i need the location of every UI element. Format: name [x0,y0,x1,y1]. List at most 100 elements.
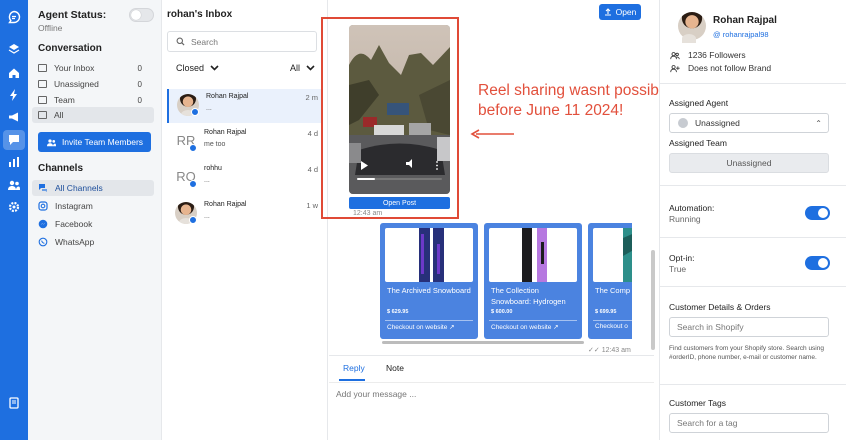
search-input[interactable]: Search [167,31,317,52]
shopify-search-input[interactable]: Search in Shopify [669,317,829,337]
product-title: The Archived Snowboard [387,286,471,295]
sidebar-item-your-inbox[interactable]: Your Inbox 0 [32,60,154,76]
conversation-time: 4 d [307,165,318,174]
chat-scrollbar[interactable] [651,250,655,350]
tab-note[interactable]: Note [386,363,404,373]
open-post-button[interactable]: Open Post [349,197,450,209]
user-icon [678,118,688,128]
reel-video[interactable] [349,25,450,194]
carousel-scrollbar[interactable] [382,341,584,344]
agent-status-toggle[interactable] [129,8,154,22]
conversation-item[interactable]: Rohan Rajpal ... 1 w [167,197,322,231]
inbox-title: rohan's Inbox [167,9,233,20]
user-plus-icon [670,64,680,72]
product-card[interactable]: The Archived Snowboard $ 629.95 Checkout… [380,223,478,339]
product-price: $ 699.95 [595,309,617,315]
divider [329,382,654,383]
arrow-left-icon [470,129,514,139]
megaphone-icon[interactable] [7,110,21,124]
tab-reply[interactable]: Reply [343,363,365,373]
conversation-time: 1 w [306,201,318,210]
conversation-preview: ... [204,177,210,184]
customer-details-label: Customer Details & Orders [669,302,771,312]
profile-handle[interactable]: @ rohanrajpal98 [713,30,769,39]
product-image [385,228,473,282]
whatsapp-icon [38,237,48,247]
external-link-icon: ↗ [449,324,455,331]
logo-icon[interactable] [7,10,21,24]
lightning-icon[interactable] [7,88,21,102]
status-filter-dropdown[interactable]: Closed [176,63,219,73]
product-image [593,228,632,282]
product-carousel[interactable]: The Archived Snowboard $ 629.95 Checkout… [380,223,632,339]
automation-toggle[interactable] [805,206,830,220]
chat-icon[interactable] [3,130,25,150]
reopen-label: Open [615,7,637,17]
channel-whatsapp[interactable]: WhatsApp [32,234,154,250]
product-price: $ 629.95 [387,309,409,315]
users-icon [46,138,56,146]
chat-bubbles-icon [38,183,48,193]
status-filter-value: Closed [176,63,205,73]
product-title: The Collection Snowboard: Hydrogen [491,286,566,306]
message-input[interactable]: Add your message ... [336,389,416,399]
conversation-item[interactable]: RR Rohan Rajpal me too 4 d [167,125,322,159]
conversation-item[interactable]: RO rohhu ... 4 d [167,161,322,195]
app-window: Agent Status: Offline Conversation Your … [0,0,846,440]
optin-toggle[interactable] [805,256,830,270]
checkout-label: Checkout o [595,323,628,330]
messenger-badge-icon [189,144,197,152]
scope-filter-dropdown[interactable]: All [290,63,315,73]
channel-all[interactable]: All Channels [32,180,154,196]
conversation-time: 4 d [307,129,318,138]
product-card[interactable]: The Comp Snowbo $ 699.95 Checkout o [588,223,632,339]
sidebar-item-unassigned[interactable]: Unassigned 0 [32,76,154,92]
conversation-preview: ... [204,213,210,220]
invite-team-button[interactable]: Invite Team Members [38,132,151,152]
assigned-team-select[interactable]: Unassigned [669,153,829,173]
message-composer: Reply Note Add your message ... [329,355,654,440]
sidebar-item-team[interactable]: Team 0 [32,92,154,108]
layers-icon[interactable] [7,42,21,56]
sidebar-item-label: Your Inbox [54,63,95,73]
follow-status: Does not follow Brand [688,63,772,73]
upload-icon [604,8,611,16]
profile-name: Rohan Rajpal [713,15,777,26]
sidebar-item-label: All [54,110,64,120]
messenger-icon [38,219,48,229]
sidebar-item-all[interactable]: All [32,107,154,123]
channels-title: Channels [38,163,84,174]
icon-rail [0,0,28,440]
checkout-link[interactable]: Checkout on website ↗ [489,320,577,332]
reopen-button[interactable]: Open [599,4,641,20]
channel-instagram[interactable]: Instagram [32,198,154,214]
conversation-item[interactable]: Rohan Rajpal ... 2 m [167,89,322,123]
product-card[interactable]: The Collection Snowboard: Hydrogen $ 600… [484,223,582,339]
inbox-icon [38,96,47,104]
invite-team-label: Invite Team Members [61,137,144,147]
checkout-label: Checkout on website [491,324,552,331]
follow-status-row: Does not follow Brand [670,63,771,73]
settings-icon[interactable] [7,200,21,214]
divider [660,83,846,84]
messenger-badge-icon [189,180,197,188]
followers-row: 1236 Followers [670,50,746,60]
users-icon[interactable] [7,178,21,192]
assigned-agent-select[interactable]: Unassigned ⌃ [669,113,829,133]
sidebar-item-label: Unassigned [54,79,99,89]
tag-search-input[interactable]: Search for a tag [669,413,829,433]
sidebar-item-count: 0 [137,63,142,73]
book-icon[interactable] [7,396,21,410]
home-icon[interactable] [7,66,21,80]
messenger-badge-icon [189,216,197,224]
bar-chart-icon[interactable] [7,155,21,169]
profile-avatar [678,12,706,43]
conversation-preview: ... [206,105,212,112]
conversation-time: 2 m [305,93,318,102]
chevron-down-icon [210,65,219,71]
conversation-name: rohhu [204,165,222,172]
checkout-link[interactable]: Checkout on website ↗ [385,320,473,332]
checkout-link[interactable]: Checkout o [593,320,632,332]
channel-facebook[interactable]: Facebook [32,216,154,232]
optin-label: Opt-in: [669,253,695,263]
